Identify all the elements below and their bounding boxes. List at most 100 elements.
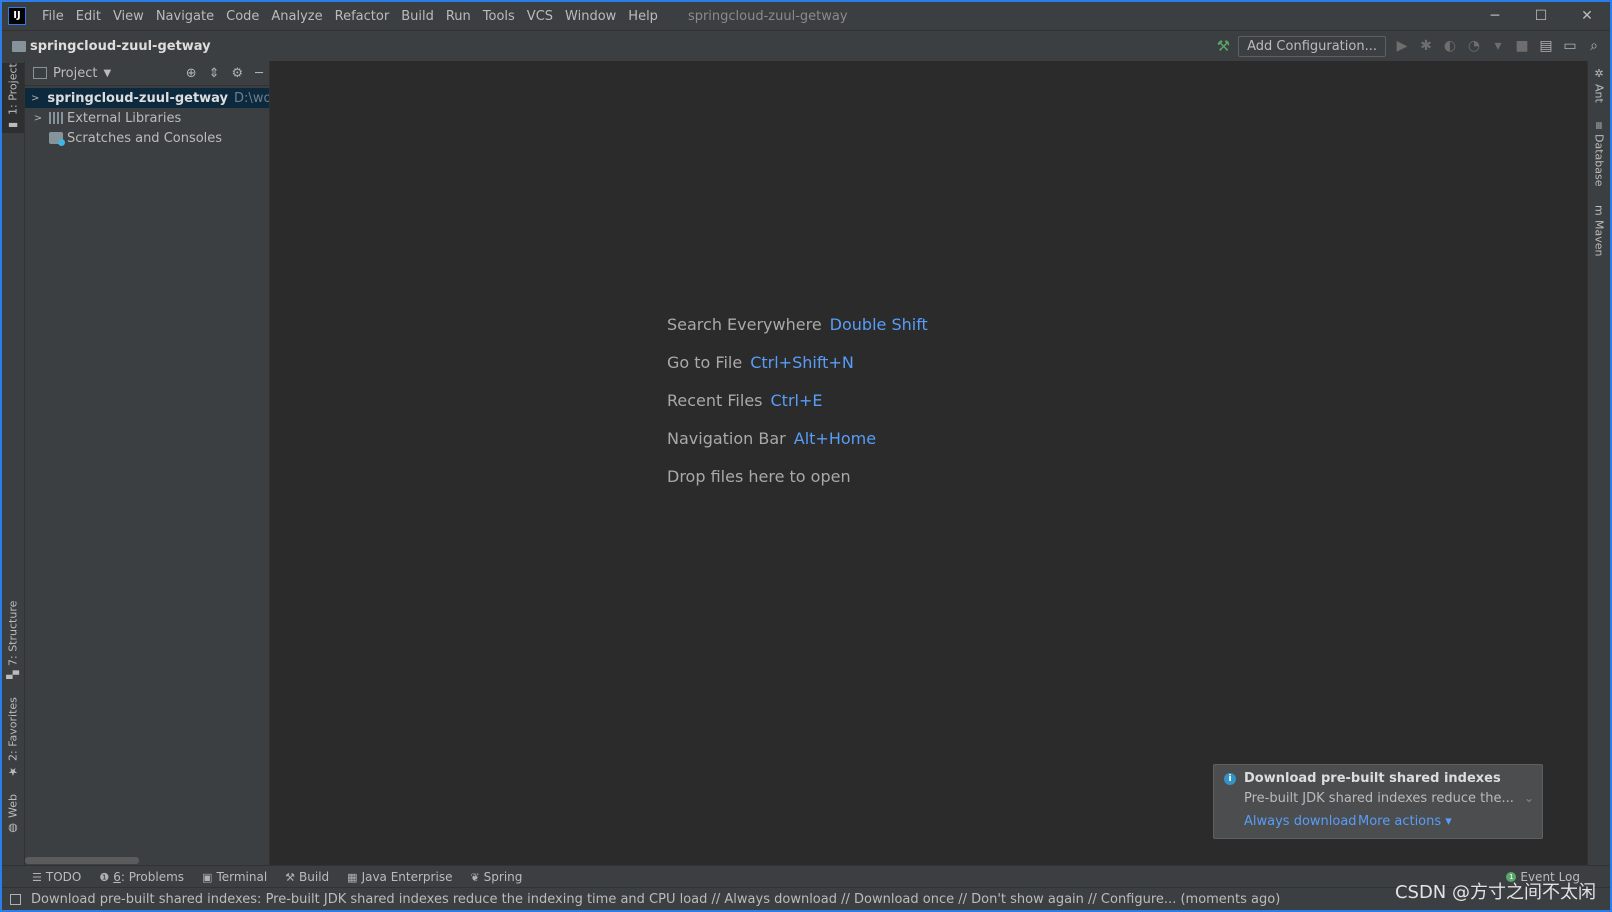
search-icon[interactable]: ⌕: [1586, 38, 1602, 54]
tab-database[interactable]: ≡ Database: [1588, 121, 1610, 191]
tree-item-label: Scratches and Consoles: [67, 130, 223, 146]
tab-todo[interactable]: ☰ TODO: [32, 870, 81, 884]
coverage-icon[interactable]: ◐: [1442, 38, 1458, 54]
hide-panel-icon[interactable]: ─: [255, 66, 263, 81]
tab-problems[interactable]: ❶ 6: Problems: [99, 870, 184, 884]
close-button[interactable]: ✕: [1564, 2, 1610, 30]
horizontal-scrollbar[interactable]: [25, 857, 139, 864]
tab-web[interactable]: ◍ Web: [2, 791, 24, 839]
todo-label: TODO: [45, 870, 82, 884]
menu-file[interactable]: File: [36, 9, 70, 24]
minimize-button[interactable]: ─: [1472, 2, 1518, 30]
project-view-selector[interactable]: Project: [53, 66, 97, 81]
problems-text: : Problems: [120, 870, 185, 884]
run-icon[interactable]: ▶: [1394, 38, 1410, 54]
star-icon: ★: [6, 765, 20, 779]
debug-icon[interactable]: ✱: [1418, 38, 1434, 54]
info-icon: i: [1224, 773, 1236, 785]
build-hammer-icon[interactable]: ⚒: [1217, 37, 1230, 55]
profile-icon[interactable]: ◔: [1466, 38, 1482, 54]
menu-run[interactable]: Run: [440, 9, 477, 24]
structure-tab-label: 7: Structure: [6, 601, 20, 667]
main-menu: File Edit View Navigate Code Analyze Ref…: [36, 9, 664, 24]
menu-window[interactable]: Window: [559, 9, 622, 24]
tab-java-enterprise[interactable]: ▦ Java Enterprise: [347, 870, 452, 884]
intellij-logo-icon[interactable]: IJ: [8, 7, 26, 25]
database-icon: ≡: [1592, 121, 1606, 131]
menu-build[interactable]: Build: [395, 9, 440, 24]
hint-label: Recent Files: [667, 391, 763, 410]
hint-search-everywhere: Search Everywhere Double Shift: [667, 315, 928, 353]
ant-icon: ✲: [1592, 67, 1606, 80]
hint-label: Drop files here to open: [667, 467, 851, 486]
tab-structure[interactable]: ▚ 7: Structure: [2, 599, 24, 681]
menu-code[interactable]: Code: [220, 9, 265, 24]
menu-refactor[interactable]: Refactor: [329, 9, 396, 24]
scratches-icon: [49, 132, 65, 146]
menu-edit[interactable]: Edit: [70, 9, 107, 24]
chevron-right-icon[interactable]: >: [31, 93, 39, 104]
status-message[interactable]: Download pre-built shared indexes: Pre-b…: [31, 892, 1280, 907]
always-download-link[interactable]: Always download: [1244, 814, 1357, 829]
more-actions-link[interactable]: More actions ▾: [1358, 814, 1452, 829]
globe-icon: ◍: [6, 822, 20, 836]
web-tab-label: Web: [6, 794, 20, 819]
chevron-down-icon[interactable]: ⌄: [1524, 791, 1534, 805]
tab-maven[interactable]: m Maven: [1588, 205, 1610, 261]
tab-build[interactable]: ⚒ Build: [285, 870, 329, 884]
project-structure-icon[interactable]: ▤: [1538, 38, 1554, 54]
toggle-tool-windows-icon[interactable]: [10, 893, 21, 905]
menu-vcs[interactable]: VCS: [521, 9, 559, 24]
spring-label: Spring: [483, 870, 523, 884]
menu-navigate[interactable]: Navigate: [150, 9, 220, 24]
tab-ant[interactable]: ✲ Ant: [1588, 67, 1610, 107]
add-configuration-button[interactable]: Add Configuration...: [1238, 35, 1386, 57]
tree-item-external-libraries[interactable]: > External Libraries: [25, 108, 269, 128]
project-folder-icon: [12, 40, 26, 52]
spring-leaf-icon: ❦: [470, 870, 480, 884]
breadcrumb-project[interactable]: springcloud-zuul-getway: [30, 39, 211, 54]
java-enterprise-icon: ▦: [347, 870, 358, 884]
maven-tab-label: Maven: [1592, 219, 1606, 257]
menu-view[interactable]: View: [107, 9, 150, 24]
window-title: springcloud-zuul-getway: [687, 8, 848, 24]
terminal-icon: ▣: [202, 870, 213, 884]
tree-item-project-root[interactable]: > springcloud-zuul-getway D:\works: [25, 88, 269, 108]
title-bar: IJ File Edit View Navigate Code Analyze …: [2, 2, 1610, 30]
ide-window: IJ File Edit View Navigate Code Analyze …: [0, 0, 1612, 912]
watermark: CSDN @方寸之间不太闲: [1394, 882, 1596, 903]
window-controls: ─ ☐ ✕: [1472, 2, 1610, 30]
hint-shortcut: Ctrl+E: [770, 391, 823, 410]
tab-spring[interactable]: ❦ Spring: [470, 870, 522, 884]
tab-terminal[interactable]: ▣ Terminal: [202, 870, 267, 884]
locate-file-icon[interactable]: ⊕: [186, 66, 197, 81]
java-enterprise-label: Java Enterprise: [361, 870, 453, 884]
tab-project[interactable]: ▬ 1: Project: [2, 63, 24, 133]
chevron-down-icon[interactable]: ▼: [103, 68, 111, 79]
project-tool-window: Project ▼ ⊕ ⇕ ⚙ ─ > springcloud-zuul-get…: [25, 61, 270, 866]
menu-tools[interactable]: Tools: [477, 9, 521, 24]
gear-icon[interactable]: ⚙: [232, 66, 244, 81]
menu-analyze[interactable]: Analyze: [265, 9, 328, 24]
project-tab-label: 1: Project: [6, 63, 20, 116]
editor-empty-area[interactable]: Search Everywhere Double Shift Go to File…: [270, 61, 1587, 866]
hammer-icon: ⚒: [285, 870, 296, 884]
menu-help[interactable]: Help: [622, 9, 664, 24]
hint-label: Navigation Bar: [667, 429, 786, 448]
ant-tab-label: Ant: [1592, 84, 1606, 103]
tree-item-scratches[interactable]: Scratches and Consoles: [25, 128, 269, 148]
project-tab-icon: ▬: [6, 119, 20, 133]
run-dropdown-icon[interactable]: ▾: [1490, 38, 1506, 54]
panel-tools: ⊕ ⇕ ⚙ ─: [186, 61, 263, 85]
toggle-toolbar-icon[interactable]: ▭: [1562, 38, 1578, 54]
tree-item-path: D:\works: [234, 90, 269, 106]
collapse-all-icon[interactable]: ⇕: [209, 66, 220, 81]
maximize-button[interactable]: ☐: [1518, 2, 1564, 30]
tab-favorites[interactable]: ★ 2: Favorites: [2, 697, 24, 779]
hint-go-to-file: Go to File Ctrl+Shift+N: [667, 353, 928, 391]
hint-label: Search Everywhere: [667, 315, 822, 334]
right-tool-strip: ✲ Ant ≡ Database m Maven: [1587, 61, 1610, 866]
stop-icon[interactable]: ■: [1514, 38, 1530, 54]
chevron-right-icon[interactable]: >: [31, 113, 45, 124]
build-label: Build: [299, 870, 330, 884]
